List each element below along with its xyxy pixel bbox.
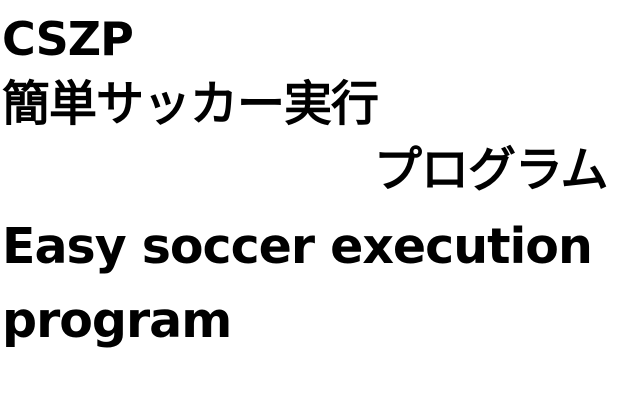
- japanese-title-line-2: プログラム: [374, 142, 609, 198]
- english-title-line-1: Easy soccer execution: [2, 218, 593, 275]
- japanese-title-line-1: 簡単サッカー実行: [2, 76, 379, 132]
- english-title-line-2: program: [2, 292, 232, 349]
- title-card: CSZP 簡単サッカー実行 プログラム Easy soccer executio…: [0, 0, 640, 400]
- program-code: CSZP: [2, 12, 134, 66]
